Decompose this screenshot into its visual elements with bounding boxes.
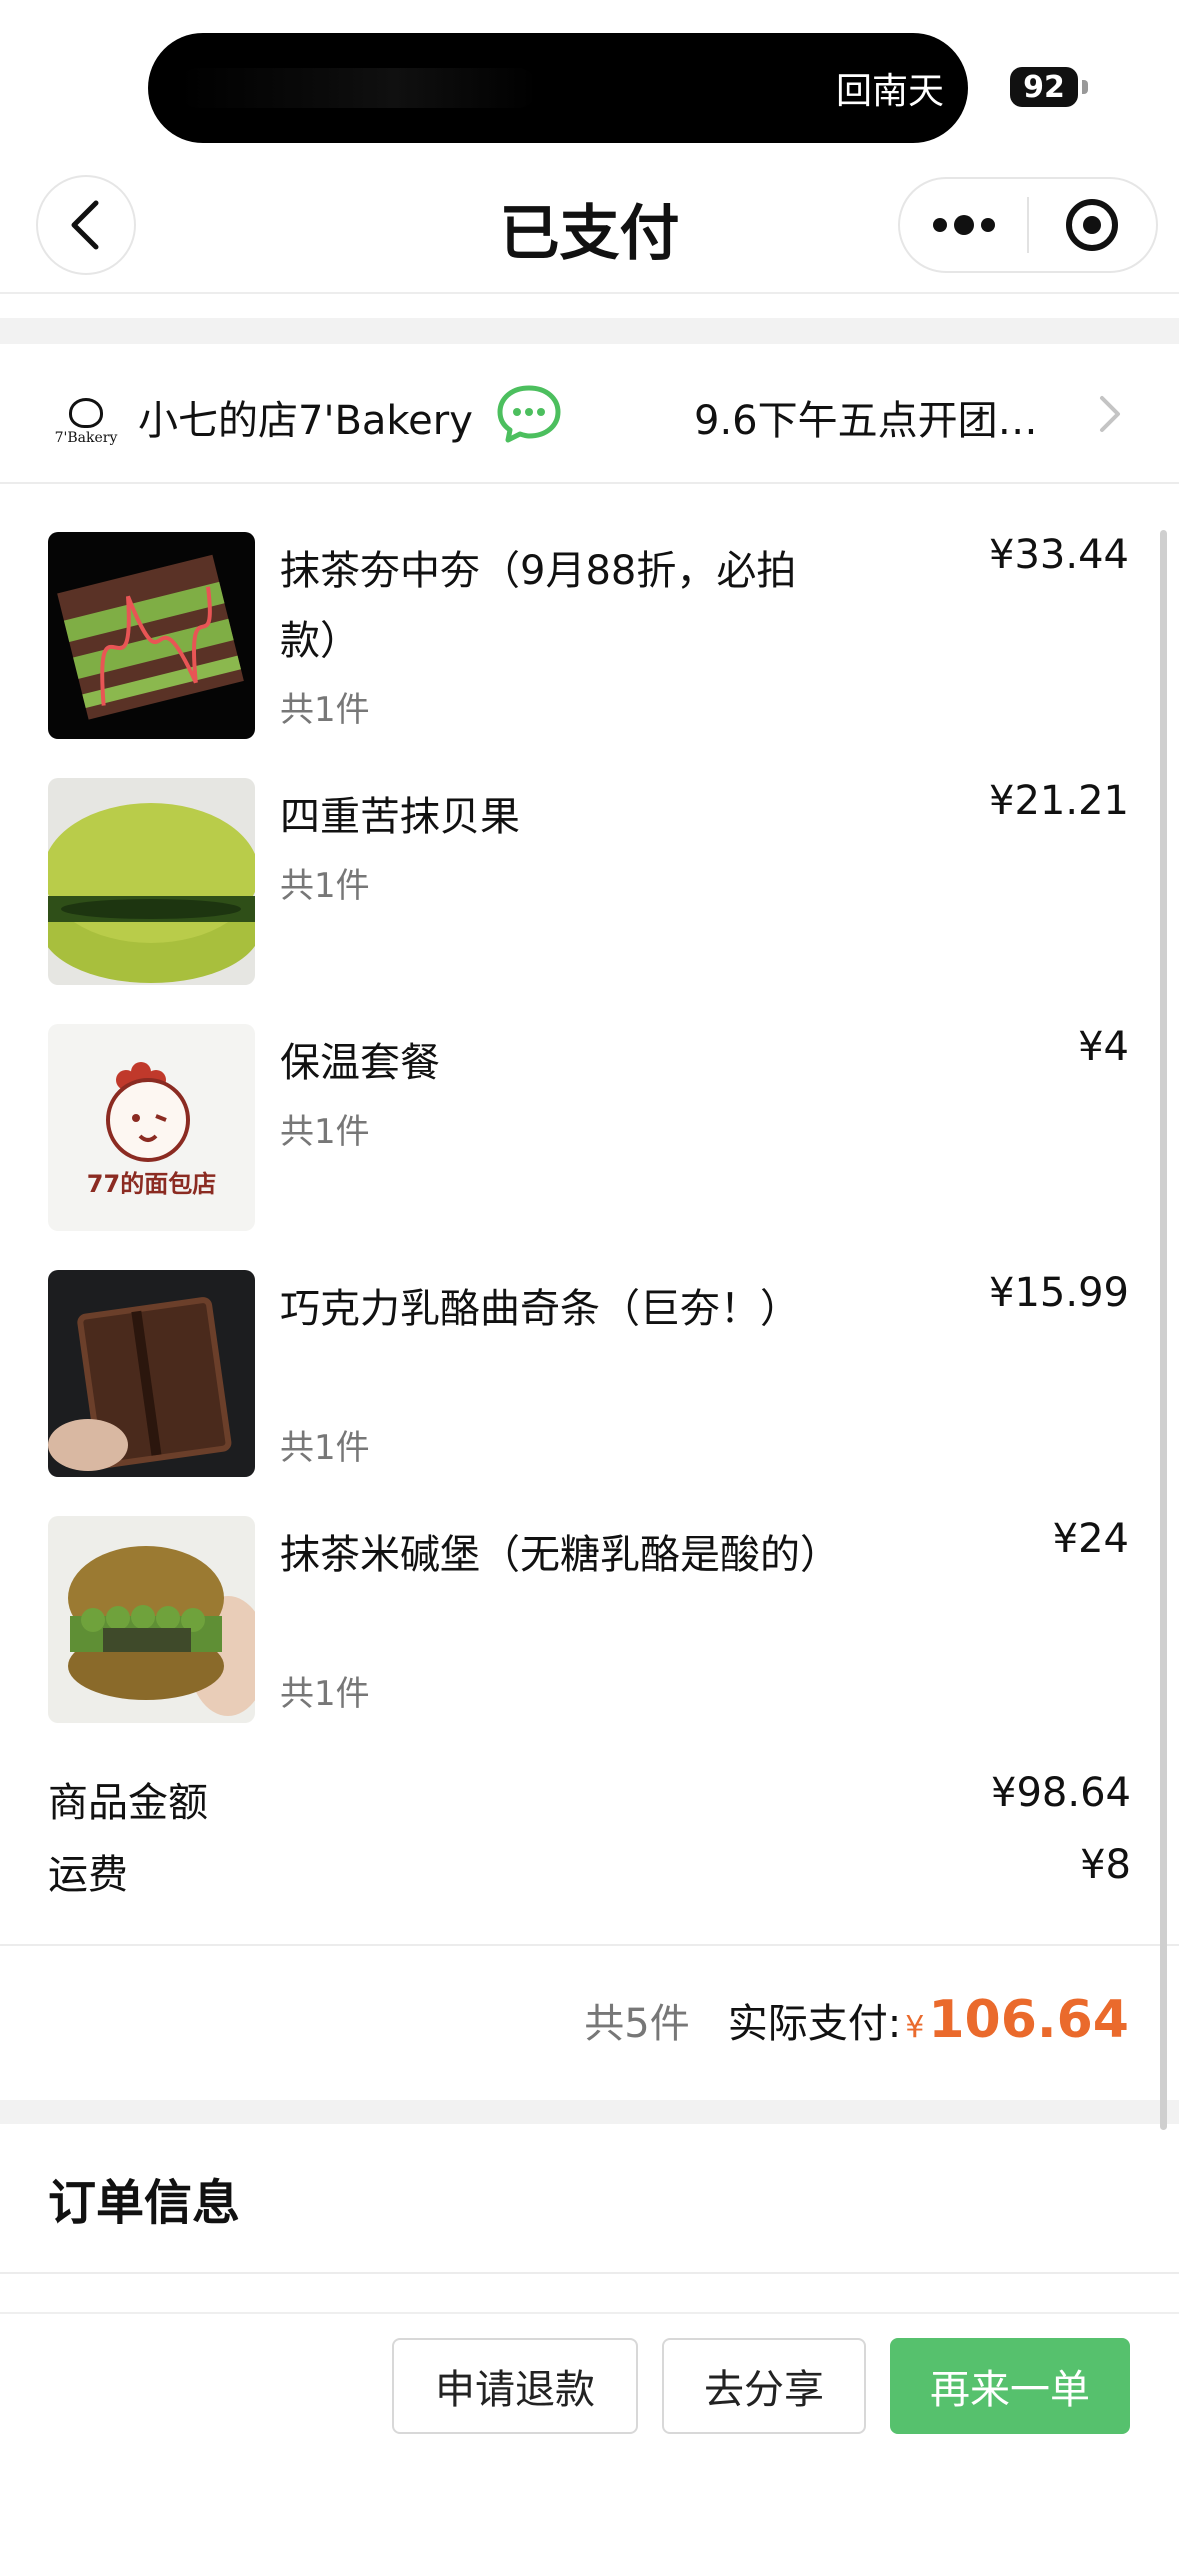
status-bar: 回南天 92 — [0, 0, 1179, 165]
product-item[interactable]: 巧克力乳酪曲奇条（巨夯！） 共1件 ¥15.99 — [0, 1270, 1179, 1480]
product-image-text: 77的面包店 — [86, 1170, 217, 1198]
total-divider — [0, 1944, 1179, 1946]
product-price: ¥33.44 — [989, 532, 1129, 578]
share-button[interactable]: 去分享 — [662, 2338, 866, 2434]
battery-indicator: 92 — [1010, 67, 1078, 107]
product-item[interactable]: 抹茶夯中夯（9月88折，必拍款） 共1件 ¥33.44 — [0, 532, 1179, 742]
product-image — [48, 532, 255, 739]
total-currency: ¥ — [905, 2010, 925, 2045]
shipping-value: ¥8 — [1080, 1842, 1131, 1888]
product-price: ¥15.99 — [989, 1270, 1129, 1316]
section-gap — [0, 2100, 1179, 2124]
chevron-right-icon — [1100, 396, 1120, 432]
product-item[interactable]: 抹茶米碱堡（无糖乳酪是酸的） 共1件 ¥24 — [0, 1516, 1179, 1726]
total-count: 共5件 — [584, 2001, 690, 2047]
product-image — [48, 1516, 255, 1723]
product-price: ¥21.21 — [989, 778, 1129, 824]
dynamic-island: 回南天 — [148, 33, 968, 143]
product-count: 共1件 — [280, 690, 370, 730]
logo-text: 7'Bakery — [54, 430, 118, 446]
goods-amount-row: 商品金额 ¥98.64 — [48, 1770, 1131, 1830]
shipping-row: 运费 ¥8 — [48, 1842, 1131, 1902]
section-gap — [0, 318, 1179, 344]
shop-header[interactable]: 7'Bakery 小七的店7'Bakery 9.6下午五点开团… — [0, 344, 1179, 484]
goods-amount-label: 商品金额 — [48, 1780, 208, 1826]
blurred-content — [178, 68, 538, 108]
product-item[interactable]: 77的面包店 保温套餐 共1件 ¥4 — [0, 1024, 1179, 1234]
product-image — [48, 1270, 255, 1477]
shipping-label: 运费 — [48, 1852, 128, 1898]
nav-divider — [0, 292, 1179, 294]
product-count: 共1件 — [280, 1112, 370, 1152]
product-name: 抹茶米碱堡（无糖乳酪是酸的） — [280, 1532, 840, 1578]
miniprogram-capsule — [898, 177, 1158, 273]
product-name: 巧克力乳酪曲奇条（巨夯！） — [280, 1286, 800, 1332]
action-bar: 申请退款 去分享 再来一单 — [0, 2312, 1179, 2556]
order-info-title: 订单信息 — [48, 2175, 241, 2231]
total-amount: 106.64 — [928, 1990, 1129, 2050]
wechat-chat-icon[interactable] — [496, 384, 562, 444]
total-row: 共5件 实际支付: ¥ 106.64 — [584, 1990, 1129, 2050]
product-item[interactable]: 四重苦抹贝果 共1件 ¥21.21 — [0, 778, 1179, 988]
product-count: 共1件 — [280, 1428, 370, 1468]
total-label: 实际支付: — [727, 2001, 902, 2047]
logo-face-icon — [69, 398, 103, 428]
product-count: 共1件 — [280, 1674, 370, 1714]
shop-notice[interactable]: 9.6下午五点开团… — [694, 388, 1038, 446]
product-image — [48, 778, 255, 985]
order-page: 回南天 92 已支付 7'Bakery 小七的店7'Bakery 9.6下午五点… — [0, 0, 1179, 2556]
product-price: ¥4 — [1078, 1024, 1129, 1070]
scrollbar[interactable] — [1160, 530, 1167, 2130]
island-text: 回南天 — [835, 71, 944, 112]
shop-name[interactable]: 小七的店7'Bakery — [138, 388, 473, 446]
product-name: 四重苦抹贝果 — [280, 794, 520, 840]
battery-tip — [1082, 80, 1088, 94]
close-miniprogram-button[interactable] — [1029, 179, 1156, 271]
product-image: 77的面包店 — [48, 1024, 255, 1231]
refund-button[interactable]: 申请退款 — [392, 2338, 638, 2434]
target-icon — [1066, 199, 1119, 251]
more-button[interactable] — [900, 179, 1027, 271]
reorder-button[interactable]: 再来一单 — [890, 2338, 1130, 2434]
shop-logo: 7'Bakery — [50, 378, 122, 450]
more-dots-icon — [932, 215, 995, 235]
product-name: 保温套餐 — [280, 1040, 440, 1086]
product-count: 共1件 — [280, 866, 370, 906]
nav-bar: 已支付 — [0, 170, 1179, 290]
goods-amount-value: ¥98.64 — [991, 1770, 1131, 1816]
product-price: ¥24 — [1052, 1516, 1129, 1562]
order-info-divider — [0, 2272, 1179, 2274]
product-name: 抹茶夯中夯（9月88折，必拍款） — [280, 548, 797, 664]
